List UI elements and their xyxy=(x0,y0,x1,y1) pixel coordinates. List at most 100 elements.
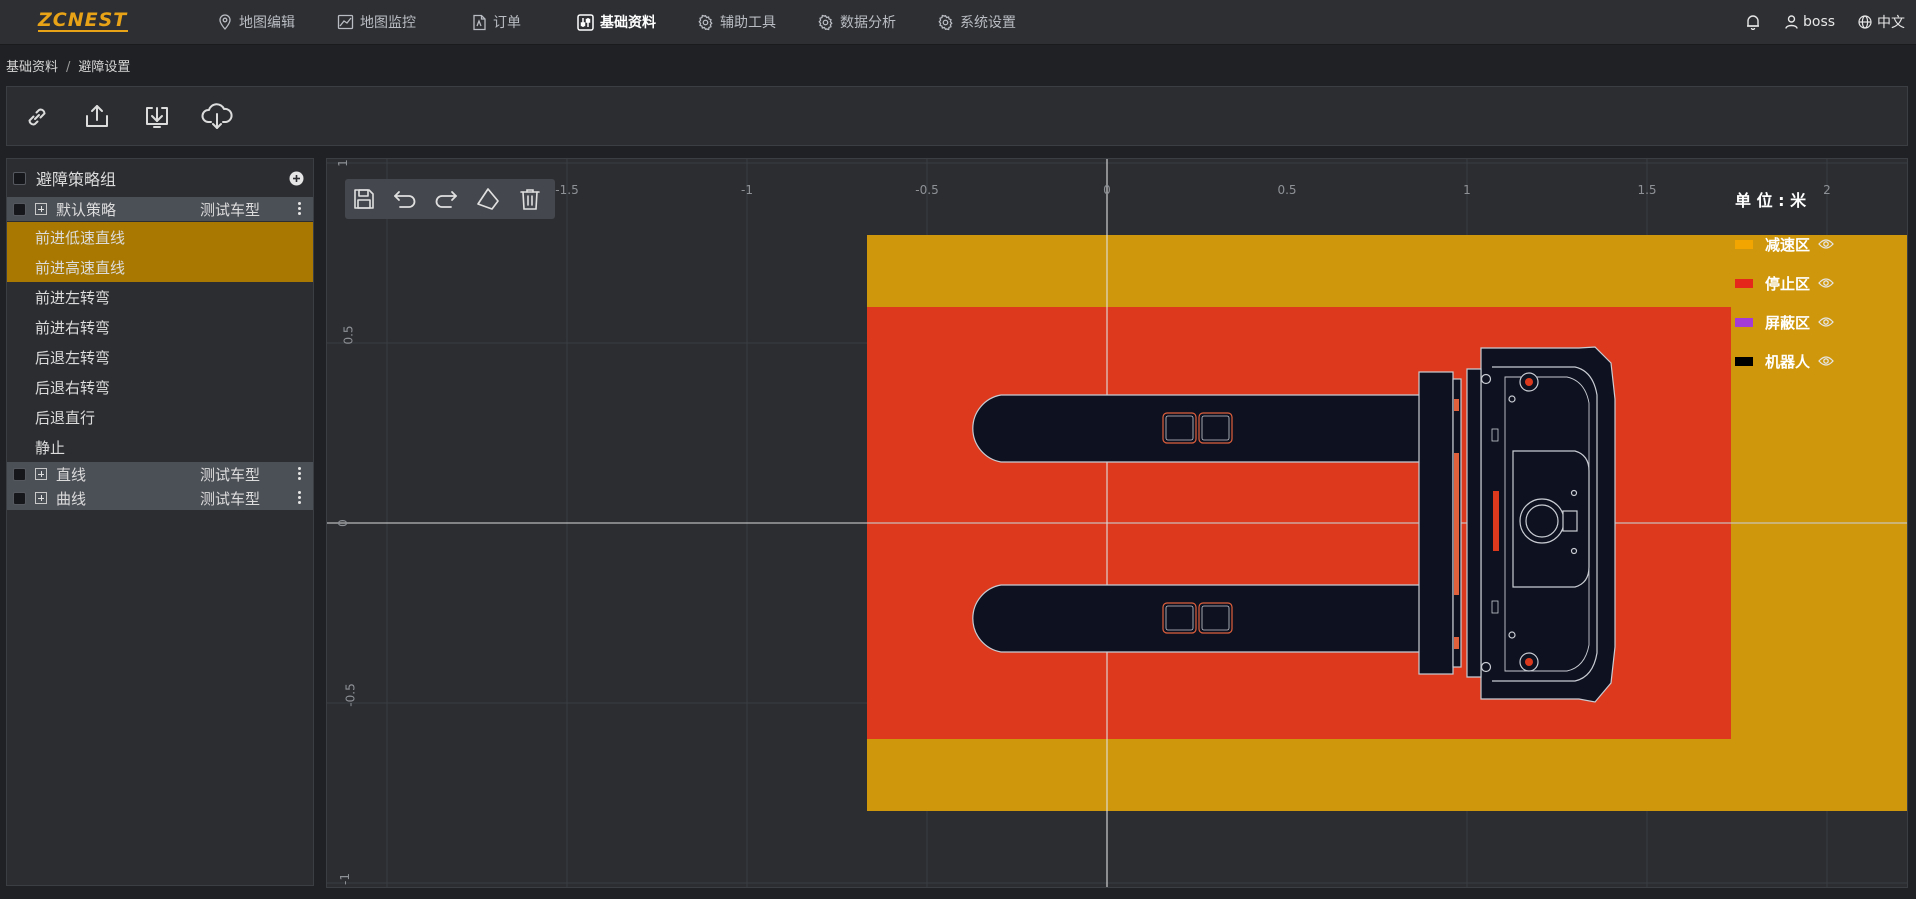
tree-item-label: 前进高速直线 xyxy=(35,258,126,277)
zone-editor-canvas[interactable]: -1.5 -1 -0.5 0 0.5 1 1.5 2 1 0.5 0 -0.5 … xyxy=(326,158,1908,888)
tree-item-label: 静止 xyxy=(35,438,66,457)
breadcrumb-separator: / xyxy=(66,60,71,75)
document-icon xyxy=(473,14,486,30)
group-label: 默认策略 xyxy=(56,200,117,219)
tree-group-straight[interactable]: 直线 测试车型 xyxy=(7,462,313,486)
x-tick-label: -1.5 xyxy=(555,183,579,197)
tree-item[interactable]: 后退右转弯 xyxy=(7,372,313,402)
expand-toggle-icon[interactable] xyxy=(35,492,47,504)
tree-item-label: 前进右转弯 xyxy=(35,318,111,337)
save-button[interactable] xyxy=(349,185,379,213)
tree-item[interactable]: 后退直行 xyxy=(7,402,313,432)
tree-group-default[interactable]: 默认策略 测试车型 xyxy=(7,197,313,221)
nav-item-orders[interactable]: 订单 xyxy=(472,0,521,44)
x-tick-label: -1 xyxy=(741,183,753,197)
gear-icon xyxy=(698,14,713,30)
eye-icon xyxy=(1818,355,1834,366)
legend-item-shield: 屏蔽区 xyxy=(1735,303,1905,342)
link-button[interactable] xyxy=(19,99,55,135)
add-group-button[interactable] xyxy=(289,171,304,190)
tree-item[interactable]: 前进低速直线 xyxy=(7,222,313,252)
nav-label: 地图监控 xyxy=(360,15,416,31)
tree-group-curve[interactable]: 曲线 测试车型 xyxy=(7,486,313,510)
y-tick-label: 0 xyxy=(335,519,350,527)
export-button[interactable] xyxy=(79,99,115,135)
tree-header: 避障策略组 xyxy=(7,166,313,190)
gear-icon xyxy=(818,14,833,30)
tree-item-label: 后退直行 xyxy=(35,408,96,427)
y-tick-label: 0.5 xyxy=(341,325,356,345)
tree-item[interactable]: 前进高速直线 xyxy=(7,252,313,282)
legend-swatch xyxy=(1735,279,1753,288)
nav-label: 系统设置 xyxy=(960,15,1016,31)
cloud-download-icon xyxy=(201,103,233,129)
cloud-download-button[interactable] xyxy=(199,99,235,135)
more-menu-icon[interactable] xyxy=(298,467,301,481)
expand-toggle-icon[interactable] xyxy=(35,203,47,215)
y-tick-label: -0.5 xyxy=(343,683,358,707)
nav-item-basic-data[interactable]: 基础资料 xyxy=(577,0,656,44)
language-switch[interactable]: 中文 xyxy=(1858,0,1905,44)
group-checkbox[interactable] xyxy=(13,202,26,216)
toggle-visibility-button[interactable] xyxy=(1818,314,1834,332)
tree-item[interactable]: 后退左转弯 xyxy=(7,342,313,372)
import-button[interactable] xyxy=(139,99,175,135)
breadcrumb-root[interactable]: 基础资料 xyxy=(6,60,58,75)
tree-item[interactable]: 前进右转弯 xyxy=(7,312,313,342)
y-tick-label: -1 xyxy=(337,873,352,885)
tree-item[interactable]: 静止 xyxy=(7,432,313,462)
delete-button[interactable] xyxy=(515,185,545,213)
zone-plot[interactable] xyxy=(327,159,1907,887)
delete-icon xyxy=(520,189,540,210)
nav-label: 订单 xyxy=(493,15,521,31)
more-menu-icon[interactable] xyxy=(298,491,301,505)
undo-icon xyxy=(394,191,416,208)
legend-label: 停止区 xyxy=(1765,275,1811,293)
group-model: 测试车型 xyxy=(200,200,261,219)
language-label: 中文 xyxy=(1877,15,1905,31)
nav-item-data-analysis[interactable]: 数据分析 xyxy=(817,0,896,44)
more-menu-icon[interactable] xyxy=(298,202,301,216)
legend-label: 减速区 xyxy=(1765,236,1811,254)
nav-item-system-settings[interactable]: 系统设置 xyxy=(937,0,1016,44)
group-checkbox[interactable] xyxy=(13,467,26,481)
strategy-tree-panel: 避障策略组 默认策略 测试车型 前进低速直线 前进高速直线 前进左转弯 前进右转… xyxy=(6,158,314,886)
group-model: 测试车型 xyxy=(200,465,261,484)
toggle-visibility-button[interactable] xyxy=(1818,353,1834,371)
group-checkbox[interactable] xyxy=(13,491,26,505)
legend-label: 机器人 xyxy=(1765,353,1811,371)
legend-swatch xyxy=(1735,318,1753,327)
legend-swatch xyxy=(1735,240,1753,249)
group-model: 测试车型 xyxy=(200,489,261,508)
undo-button[interactable] xyxy=(390,185,420,213)
x-tick-label: 1.5 xyxy=(1637,183,1657,197)
nav-item-tools[interactable]: 辅助工具 xyxy=(697,0,776,44)
legend: 单 位 : 米 减速区 停止区 屏蔽区 机器人 xyxy=(1735,187,1905,381)
nav-label: 数据分析 xyxy=(840,15,896,31)
notifications-button[interactable] xyxy=(1746,0,1765,44)
tree-item-label: 前进低速直线 xyxy=(35,228,126,247)
eye-icon xyxy=(1818,277,1834,288)
globe-icon xyxy=(1858,15,1872,29)
tree-item-label: 后退左转弯 xyxy=(35,348,111,367)
bell-icon xyxy=(1747,15,1759,30)
expand-toggle-icon[interactable] xyxy=(35,468,47,480)
nav-item-map-monitor[interactable]: 地图监控 xyxy=(337,0,416,44)
nav-item-map-edit[interactable]: 地图编辑 xyxy=(217,0,295,44)
toggle-visibility-button[interactable] xyxy=(1818,236,1834,254)
breadcrumb-current: 避障设置 xyxy=(78,60,131,75)
x-tick-label: 0 xyxy=(1103,183,1111,197)
upload-icon xyxy=(86,105,108,127)
draw-polygon-button[interactable] xyxy=(473,185,503,213)
redo-button[interactable] xyxy=(431,185,461,213)
user-icon xyxy=(1785,15,1798,29)
toggle-visibility-button[interactable] xyxy=(1818,275,1834,293)
select-all-checkbox[interactable] xyxy=(13,171,26,185)
tree-item[interactable]: 前进左转弯 xyxy=(7,282,313,312)
gear-icon xyxy=(938,14,953,30)
user-menu[interactable]: boss xyxy=(1785,0,1835,44)
nav-label: 辅助工具 xyxy=(720,15,776,31)
chart-line-icon xyxy=(337,14,354,30)
download-icon xyxy=(146,107,168,128)
group-label: 曲线 xyxy=(56,489,87,508)
